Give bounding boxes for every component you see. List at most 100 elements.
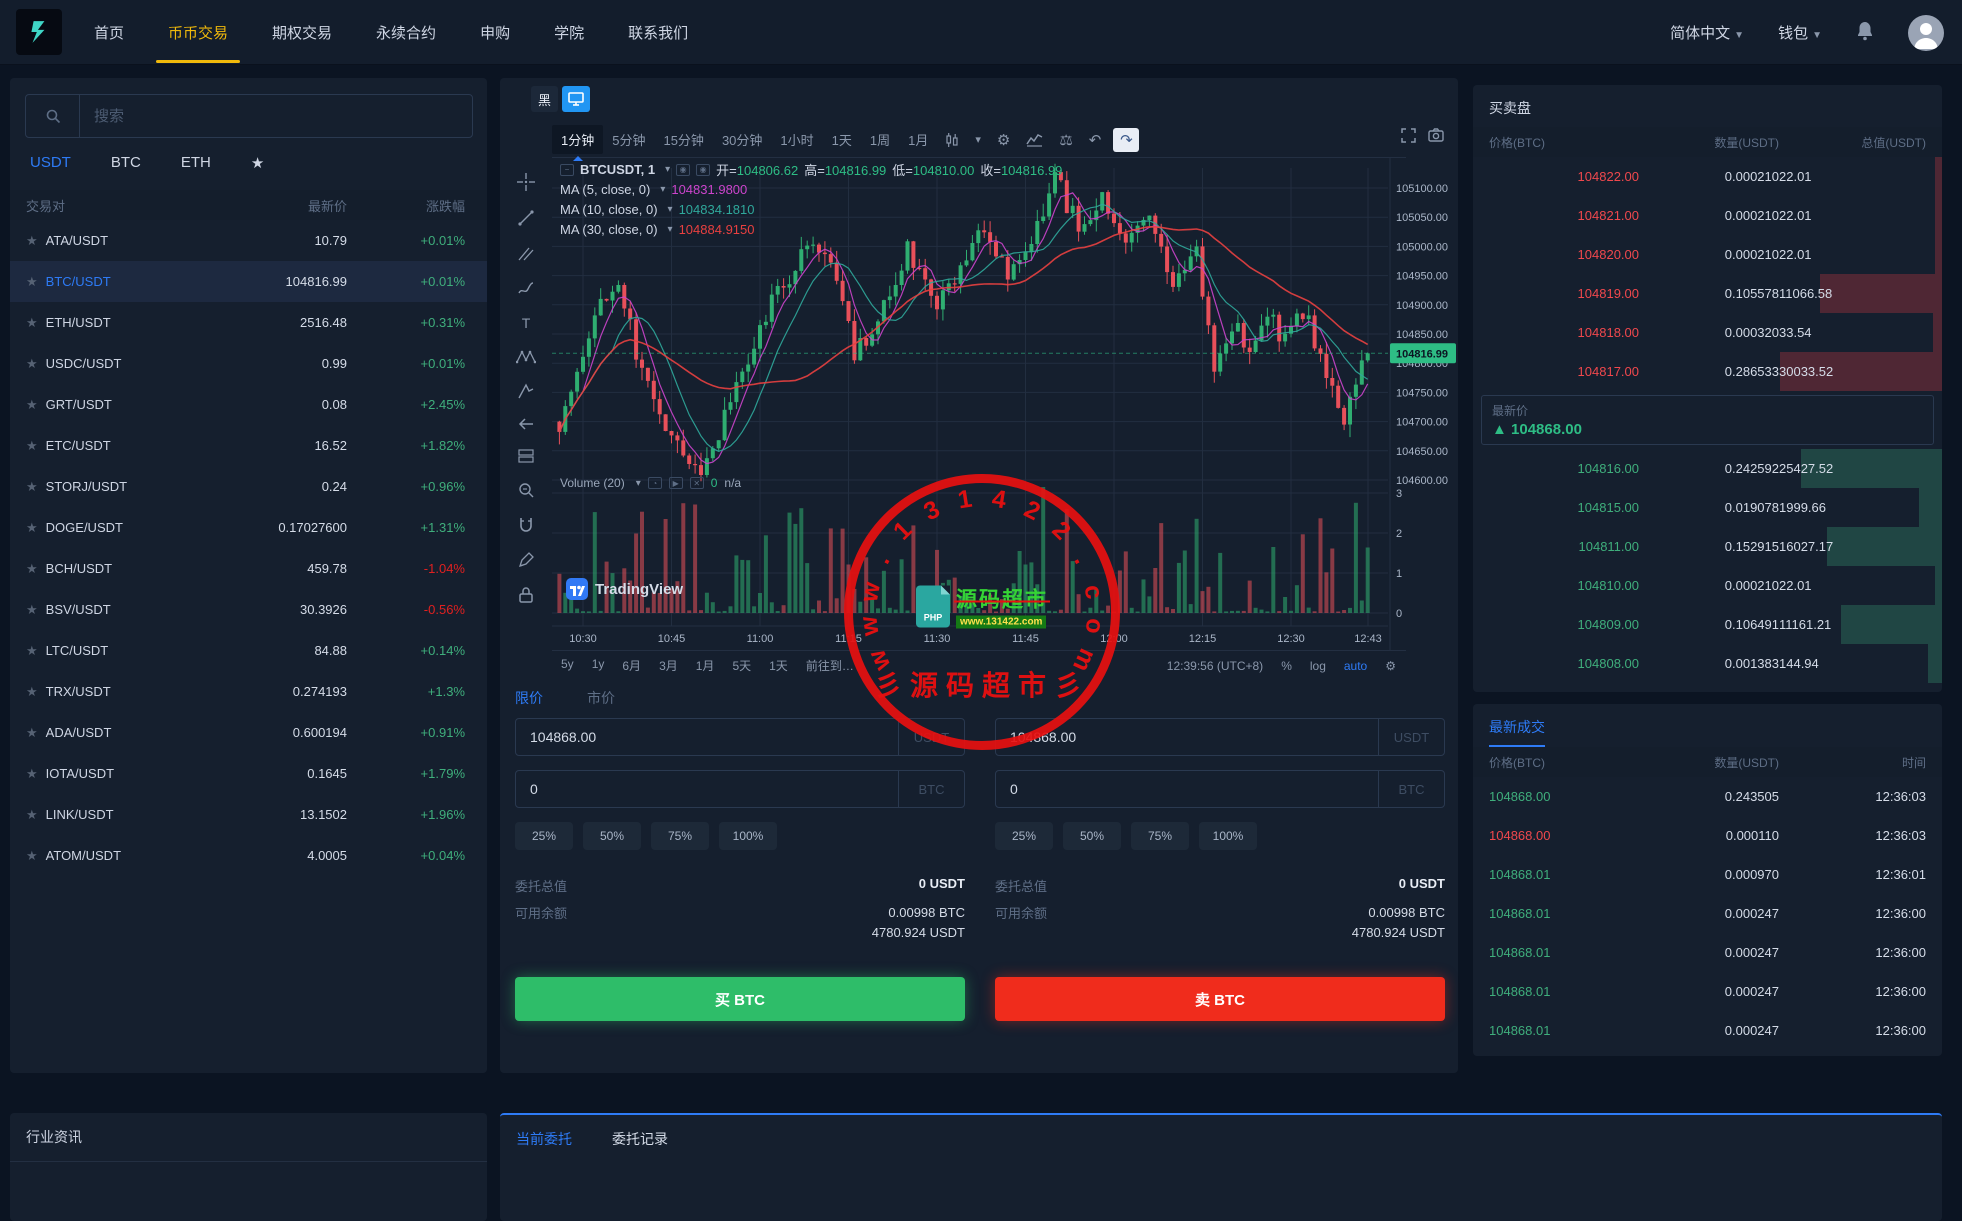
goto-date-button[interactable]: 前往到… <box>797 653 863 678</box>
orderbook-row[interactable]: 104810.00 0.000210 22.01 <box>1473 566 1942 605</box>
trade-row[interactable]: 104868.01 0.000247 12:36:00 <box>1473 894 1942 933</box>
trendline-tool-icon[interactable] <box>511 209 541 227</box>
favorite-star-icon[interactable]: ★ <box>26 561 38 577</box>
compare-icon[interactable]: ⚖ <box>1059 131 1072 149</box>
arrow-left-tool-icon[interactable] <box>511 417 541 431</box>
nav-item-1[interactable]: 币币交易 <box>156 0 241 65</box>
timeframe-1分钟[interactable]: 1分钟 <box>552 125 604 154</box>
crosshair-tool-icon[interactable] <box>511 172 541 192</box>
pair-row[interactable]: ★ ETC/USDT 16.52 +1.82% <box>10 425 487 466</box>
quote-tab-★[interactable]: ★ <box>251 154 264 172</box>
order-type-tab-0[interactable]: 限价 <box>515 688 543 708</box>
language-dropdown[interactable]: 简体中文 ▼ <box>1670 22 1744 43</box>
vol-icon-close[interactable]: ✕ <box>689 477 704 489</box>
favorite-star-icon[interactable]: ★ <box>26 807 38 823</box>
favorite-star-icon[interactable]: ★ <box>26 438 38 454</box>
pair-row[interactable]: ★ ATOM/USDT 4.0005 +0.04% <box>10 835 487 876</box>
camera-icon[interactable] <box>1428 128 1444 146</box>
zoom-tool-icon[interactable] <box>511 481 541 499</box>
brush-tool-icon[interactable] <box>511 279 541 297</box>
nav-item-3[interactable]: 永续合约 <box>376 0 436 65</box>
timeframe-1周[interactable]: 1周 <box>861 125 899 154</box>
pair-row[interactable]: ★ USDC/USDT 0.99 +0.01% <box>10 343 487 384</box>
orderbook-row[interactable]: 104820.00 0.000210 22.01 <box>1473 235 1942 274</box>
chevron-down-icon[interactable]: ▾ <box>636 478 641 489</box>
pair-row[interactable]: ★ TRX/USDT 0.274193 +1.3% <box>10 671 487 712</box>
orderbook-row[interactable]: 104815.00 0.019078 1999.66 <box>1473 488 1942 527</box>
buy-percent-50%[interactable]: 50% <box>583 822 641 850</box>
timeframe-30分钟[interactable]: 30分钟 <box>713 125 771 154</box>
log-scale-button[interactable]: log <box>1310 659 1326 673</box>
favorite-star-icon[interactable]: ★ <box>26 643 38 659</box>
tradingview-logo[interactable]: TradingView <box>566 578 683 600</box>
quote-tab-BTC[interactable]: BTC <box>111 154 141 172</box>
orderbook-row[interactable]: 104811.00 0.152915 16027.17 <box>1473 527 1942 566</box>
trade-row[interactable]: 104868.01 0.000247 12:36:00 <box>1473 933 1942 972</box>
quote-tab-ETH[interactable]: ETH <box>181 154 211 172</box>
pair-row[interactable]: ★ BTC/USDT 104816.99 +0.01% <box>10 261 487 302</box>
screen-mode-button[interactable] <box>562 86 590 112</box>
pair-row[interactable]: ★ LTC/USDT 84.88 +0.14% <box>10 630 487 671</box>
collapse-legend-icon[interactable]: − <box>560 163 574 176</box>
favorite-star-icon[interactable]: ★ <box>26 766 38 782</box>
trade-row[interactable]: 104868.01 0.000247 12:36:00 <box>1473 1011 1942 1050</box>
orders-tab-1[interactable]: 委托记录 <box>612 1129 668 1149</box>
draw-pin-tool-icon[interactable] <box>511 551 541 569</box>
orderbook-row[interactable]: 104821.00 0.000210 22.01 <box>1473 196 1942 235</box>
orderbook-row[interactable]: 104808.00 0.001383 144.94 <box>1473 644 1942 683</box>
favorite-star-icon[interactable]: ★ <box>26 315 38 331</box>
nav-item-4[interactable]: 申购 <box>480 0 510 65</box>
chevron-down-icon[interactable]: ▾ <box>668 204 673 215</box>
favorite-star-icon[interactable]: ★ <box>26 356 38 372</box>
legend-icon-a[interactable]: ◉ <box>676 163 691 176</box>
indicators-icon[interactable] <box>1026 132 1043 147</box>
nav-item-6[interactable]: 联系我们 <box>628 0 688 65</box>
sell-amount-input[interactable] <box>996 771 1378 807</box>
chevron-down-icon[interactable]: ▾ <box>668 224 673 235</box>
redo-icon[interactable]: ↷ <box>1113 127 1140 152</box>
fullscreen-icon[interactable] <box>1401 128 1416 146</box>
trade-row[interactable]: 104868.00 0.243505 12:36:03 <box>1473 777 1942 816</box>
undo-icon[interactable]: ↶ <box>1089 131 1102 149</box>
timeframe-1月[interactable]: 1月 <box>899 125 937 154</box>
sell-percent-50%[interactable]: 50% <box>1063 822 1121 850</box>
favorite-star-icon[interactable]: ★ <box>26 274 38 290</box>
pair-row[interactable]: ★ ADA/USDT 0.600194 +0.91% <box>10 712 487 753</box>
position-tool-icon[interactable] <box>511 448 541 464</box>
text-tool-icon[interactable]: T <box>511 314 541 332</box>
pair-row[interactable]: ★ DOGE/USDT 0.17027600 +1.31% <box>10 507 487 548</box>
sell-price-input[interactable] <box>996 719 1378 755</box>
favorite-star-icon[interactable]: ★ <box>26 233 38 249</box>
sell-submit-button[interactable]: 卖 BTC <box>995 977 1445 1021</box>
orderbook-row[interactable]: 104822.00 0.000210 22.01 <box>1473 157 1942 196</box>
wallet-dropdown[interactable]: 钱包 ▼ <box>1778 22 1822 43</box>
orderbook-row[interactable]: 104819.00 0.105578 11066.58 <box>1473 274 1942 313</box>
user-avatar[interactable] <box>1908 14 1944 51</box>
magnet-tool-icon[interactable] <box>511 516 541 534</box>
chart-settings-gear-icon[interactable]: ⚙ <box>997 131 1010 149</box>
pair-row[interactable]: ★ ATA/USDT 10.79 +0.01% <box>10 220 487 261</box>
chevron-down-icon[interactable]: ▾ <box>665 164 670 175</box>
pair-row[interactable]: ★ IOTA/USDT 0.1645 +1.79% <box>10 753 487 794</box>
chevron-down-icon[interactable]: ▾ <box>975 133 981 146</box>
vol-icon-a[interactable]: ◔ <box>647 477 662 489</box>
timeframe-5分钟[interactable]: 5分钟 <box>603 125 654 154</box>
favorite-star-icon[interactable]: ★ <box>26 520 38 536</box>
favorite-star-icon[interactable]: ★ <box>26 848 38 864</box>
recent-trades-title[interactable]: 最新成交 <box>1489 717 1545 747</box>
buy-submit-button[interactable]: 买 BTC <box>515 977 965 1021</box>
candle-style-icon[interactable] <box>945 132 959 148</box>
trade-row[interactable]: 104868.01 0.000247 12:36:00 <box>1473 972 1942 1011</box>
channel-tool-icon[interactable] <box>511 244 541 262</box>
orders-tab-0[interactable]: 当前委托 <box>516 1129 572 1149</box>
timeframe-1天[interactable]: 1天 <box>823 125 861 154</box>
buy-price-input[interactable] <box>516 719 898 755</box>
favorite-star-icon[interactable]: ★ <box>26 725 38 741</box>
pair-row[interactable]: ★ ETH/USDT 2516.48 +0.31% <box>10 302 487 343</box>
pattern-tool-icon[interactable] <box>511 349 541 365</box>
range-5y[interactable]: 5y <box>552 653 583 678</box>
timeframe-15分钟[interactable]: 15分钟 <box>654 125 712 154</box>
orderbook-row[interactable]: 104818.00 0.000320 33.54 <box>1473 313 1942 352</box>
buy-percent-25%[interactable]: 25% <box>515 822 573 850</box>
range-1月[interactable]: 1月 <box>687 653 724 678</box>
